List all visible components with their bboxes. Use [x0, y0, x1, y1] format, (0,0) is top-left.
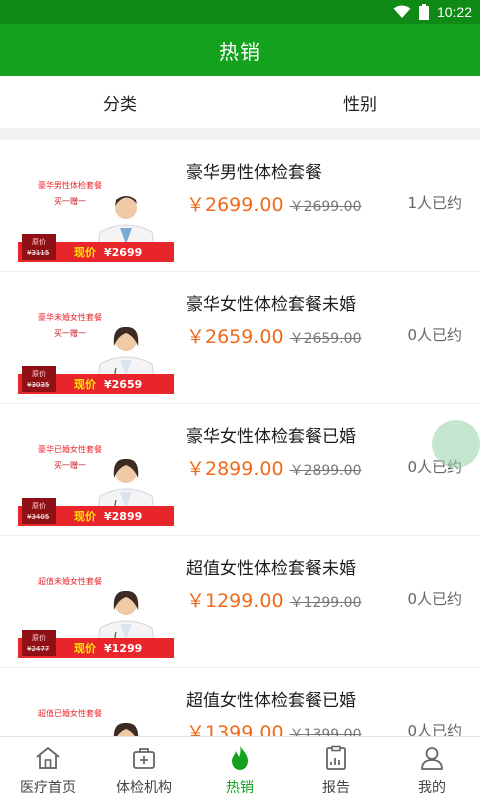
product-banner-image: 豪华未婚女性套餐买一赠一原价 ¥3035 现价 ¥2659 — [18, 302, 174, 394]
product-name: 超值女性体检套餐已婚 — [186, 691, 356, 711]
banner-orig-label: 原价 — [32, 634, 46, 642]
price-row: ￥1299.00 ￥1299.00 — [186, 586, 361, 613]
divider-band — [0, 128, 480, 140]
current-price: ￥1399.00 — [186, 722, 284, 736]
banner-now-label: 现价 — [74, 642, 97, 655]
status-icons: 10:22 — [393, 0, 472, 24]
original-price: ￥2899.00 — [289, 463, 362, 479]
product-banner-image: 豪华男性体检套餐买一赠一原价 ¥3115 现价 ¥2699 — [18, 170, 174, 262]
banner-promo: 买一赠一 — [54, 196, 86, 206]
original-price: ￥2699.00 — [289, 199, 362, 215]
tab-institutions-label: 体检机构 — [116, 780, 172, 796]
tab-report-label: 报告 — [322, 780, 350, 796]
banner-title: 豪华男性体检套餐 — [38, 180, 102, 190]
original-price: ￥1299.00 — [289, 595, 362, 611]
banner-now-value: ¥2699 — [104, 246, 142, 259]
filter-category[interactable]: 分类 — [0, 76, 240, 128]
current-price: ￥1299.00 — [186, 590, 284, 612]
app-root: 10:22 热销 分类 性别 豪华男性体检套餐 买一赠一 原价 ¥3115 现价 ¥269… — [0, 0, 480, 800]
banner-title: 豪华未婚女性套餐 — [38, 312, 102, 322]
report-icon — [326, 745, 346, 770]
banner-orig-value: ¥3115 — [27, 249, 49, 257]
filter-gender[interactable]: 性别 — [240, 76, 480, 128]
banner-orig-label: 原价 — [32, 238, 46, 246]
product-item[interactable]: 豪华未婚女性套餐 买一赠一原价 ¥3035 现价 ¥2659 豪华女性体检套餐未婚 ￥265… — [0, 272, 480, 404]
product-banner-image: 豪华已婚女性套餐买一赠一原价 ¥3405 现价 ¥2899 — [18, 434, 174, 526]
banner-promo: 买一赠一 — [54, 460, 86, 470]
page-title: 热销 — [219, 39, 261, 64]
battery-icon — [418, 4, 429, 20]
banner-title: 超值未婚女性套餐 — [38, 576, 102, 586]
booked-count: 0人已约 — [407, 590, 462, 608]
bottom-tab-bar: 医疗首页 体检机构 热销 报告 我的 — [0, 736, 480, 800]
banner-now-label: 现价 — [74, 246, 97, 259]
flame-icon — [232, 746, 248, 770]
product-item[interactable]: 超值已婚女性套餐 超值女性体检套餐已婚 ￥1399.00 ￥1399.00 0人已约 — [0, 668, 480, 736]
current-price: ￥2659.00 — [186, 326, 284, 348]
product-name: 豪华男性体检套餐 — [186, 163, 322, 183]
banner-promo: 买一赠一 — [54, 328, 86, 338]
original-price: ￥1399.00 — [289, 727, 362, 736]
tab-hot-sale[interactable]: 热销 — [192, 737, 288, 800]
tab-mine[interactable]: 我的 — [384, 737, 480, 800]
tab-mine-label: 我的 — [418, 780, 446, 796]
product-item[interactable]: 豪华已婚女性套餐 买一赠一原价 ¥3405 现价 ¥2899 豪华女性体检套餐已婚 ￥289… — [0, 404, 480, 536]
banner-now-value: ¥1299 — [104, 642, 142, 655]
home-icon — [36, 747, 60, 769]
product-list[interactable]: 豪华男性体检套餐 买一赠一 原价 ¥3115 现价 ¥2699 豪华男性体检套餐 ￥2699.… — [0, 140, 480, 736]
tab-report[interactable]: 报告 — [288, 737, 384, 800]
floating-assistive-button[interactable] — [432, 420, 480, 468]
banner-orig-value: ¥3405 — [27, 513, 49, 521]
banner-orig-value: ¥2477 — [27, 645, 49, 653]
banner-title: 超值已婚女性套餐 — [38, 708, 102, 718]
banner-orig-label: 原价 — [32, 502, 46, 510]
filter-bar: 分类 性别 — [0, 76, 480, 128]
price-row: ￥2899.00 ￥2899.00 — [186, 454, 361, 481]
original-price: ￥2659.00 — [289, 331, 362, 347]
banner-now-value: ¥2659 — [104, 378, 142, 391]
product-name: 豪华女性体检套餐未婚 — [186, 295, 356, 315]
user-icon — [421, 747, 443, 770]
product-banner-image: 超值已婚女性套餐 — [18, 698, 174, 736]
price-row: ￥2659.00 ￥2659.00 — [186, 322, 361, 349]
product-banner-image: 超值未婚女性套餐原价 ¥2477 现价 ¥1299 — [18, 566, 174, 658]
product-name: 豪华女性体检套餐已婚 — [186, 427, 356, 447]
banner-orig-label: 原价 — [32, 370, 46, 378]
product-name: 超值女性体检套餐未婚 — [186, 559, 356, 579]
header-bar: 热销 — [0, 24, 480, 76]
medical-kit-icon — [133, 748, 155, 769]
booked-count: 0人已约 — [407, 326, 462, 344]
product-item[interactable]: 豪华男性体检套餐 买一赠一 原价 ¥3115 现价 ¥2699 豪华男性体检套餐 ￥2699.… — [0, 140, 480, 272]
tab-home-label: 医疗首页 — [20, 780, 76, 796]
current-price: ￥2699.00 — [186, 194, 284, 216]
wifi-icon — [393, 5, 411, 18]
tab-home[interactable]: 医疗首页 — [0, 737, 96, 800]
product-item[interactable]: 超值未婚女性套餐原价 ¥2477 现价 ¥1299 超值女性体检套餐未婚 ￥1299.00… — [0, 536, 480, 668]
current-price: ￥2899.00 — [186, 458, 284, 480]
banner-now-label: 现价 — [74, 378, 97, 391]
booked-count: 0人已约 — [407, 722, 462, 736]
banner-title: 豪华已婚女性套餐 — [38, 444, 102, 454]
status-time: 10:22 — [436, 4, 472, 20]
price-row: ￥2699.00 ￥2699.00 — [186, 190, 361, 217]
banner-orig-value: ¥3035 — [27, 381, 49, 389]
price-row: ￥1399.00 ￥1399.00 — [186, 718, 361, 736]
status-bar: 10:22 — [0, 0, 480, 24]
banner-now-label: 现价 — [74, 510, 97, 523]
tab-hot-sale-label: 热销 — [226, 780, 254, 796]
tab-institutions[interactable]: 体检机构 — [96, 737, 192, 800]
banner-now-value: ¥2899 — [104, 510, 142, 523]
booked-count: 1人已约 — [407, 194, 462, 212]
